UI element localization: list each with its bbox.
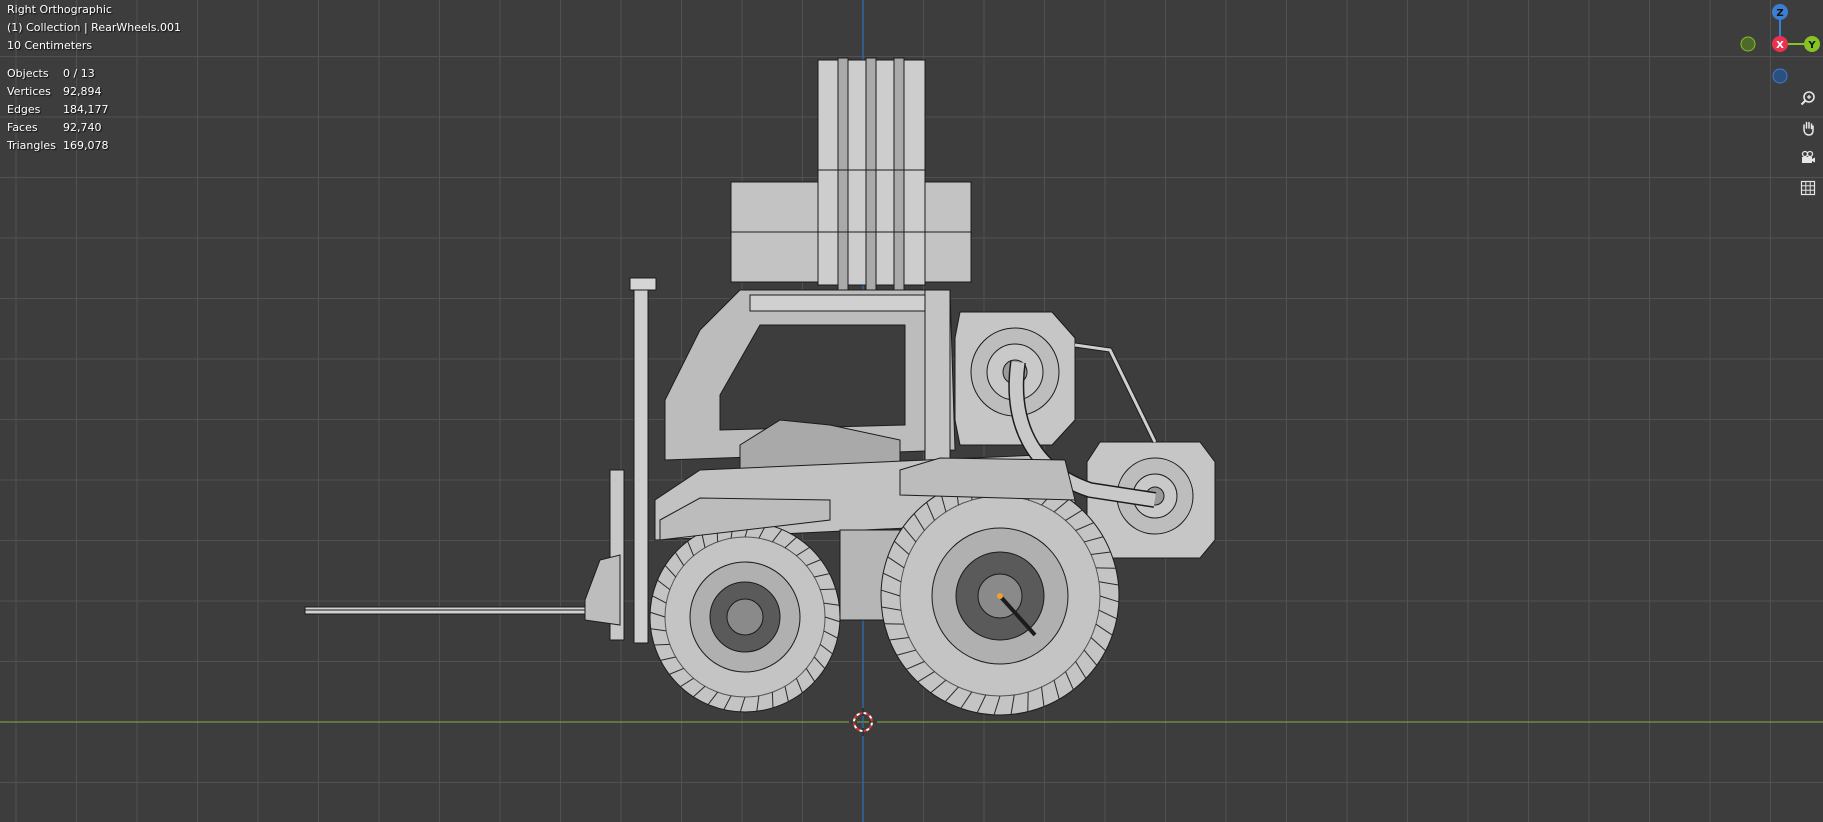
- stat-row: Faces 92,740: [7, 119, 109, 137]
- stat-row: Objects 0 / 13: [7, 65, 109, 83]
- origin-point: [997, 593, 1003, 599]
- stat-value: 92,894: [63, 85, 102, 98]
- viewport-info: Right Orthographic (1) Collection | Rear…: [7, 1, 181, 55]
- grid-scale-label: 10 Centimeters: [7, 39, 93, 52]
- zoom-icon[interactable]: [1797, 87, 1819, 109]
- forklift-model[interactable]: [304, 57, 1216, 716]
- grid-icon[interactable]: [1797, 177, 1819, 199]
- view-name: Right Orthographic: [7, 3, 112, 16]
- crate-strap-1: [837, 57, 849, 291]
- rear-pillar: [924, 289, 951, 461]
- gizmo-neg-z[interactable]: [1772, 68, 1788, 84]
- stat-label: Vertices: [7, 85, 51, 98]
- gizmo-z-label: Z: [1776, 8, 1783, 19]
- crate-strap-3: [893, 57, 905, 291]
- gizmo-neg-y[interactable]: [1740, 36, 1756, 52]
- scene-statistics: Objects 0 / 13 Vertices 92,894 Edges 184,17…: [7, 65, 109, 155]
- stat-row: Vertices 92,894: [7, 83, 109, 101]
- mast-upright: [633, 282, 649, 644]
- mast-top: [629, 277, 657, 291]
- navigation-gizmo[interactable]: Z Y X: [1738, 0, 1823, 90]
- front-wheel: [649, 521, 841, 713]
- stat-value: 169,078: [63, 139, 109, 152]
- stat-value: 184,177: [63, 103, 109, 116]
- gizmo-y-label: Y: [1807, 40, 1816, 51]
- pan-hand-icon[interactable]: [1797, 117, 1819, 139]
- stat-row: Edges 184,177: [7, 101, 109, 119]
- stat-label: Objects: [7, 67, 49, 80]
- camera-icon[interactable]: [1797, 147, 1819, 169]
- stat-label: Faces: [7, 121, 38, 134]
- roof-bar: [749, 294, 941, 312]
- stat-value: 0 / 13: [63, 67, 95, 80]
- 3d-viewport[interactable]: [0, 0, 1823, 822]
- gizmo-x-label: X: [1776, 40, 1784, 51]
- stat-label: Edges: [7, 103, 41, 116]
- stat-value: 92,740: [63, 121, 102, 134]
- stat-label: Triangles: [7, 139, 56, 152]
- fork-bracket: [584, 554, 621, 626]
- crate-strap-2: [865, 57, 877, 291]
- collection-label: (1) Collection | RearWheels.001: [7, 21, 182, 34]
- rear-fender: [899, 457, 1076, 501]
- stat-row: Triangles 169,078: [7, 137, 109, 155]
